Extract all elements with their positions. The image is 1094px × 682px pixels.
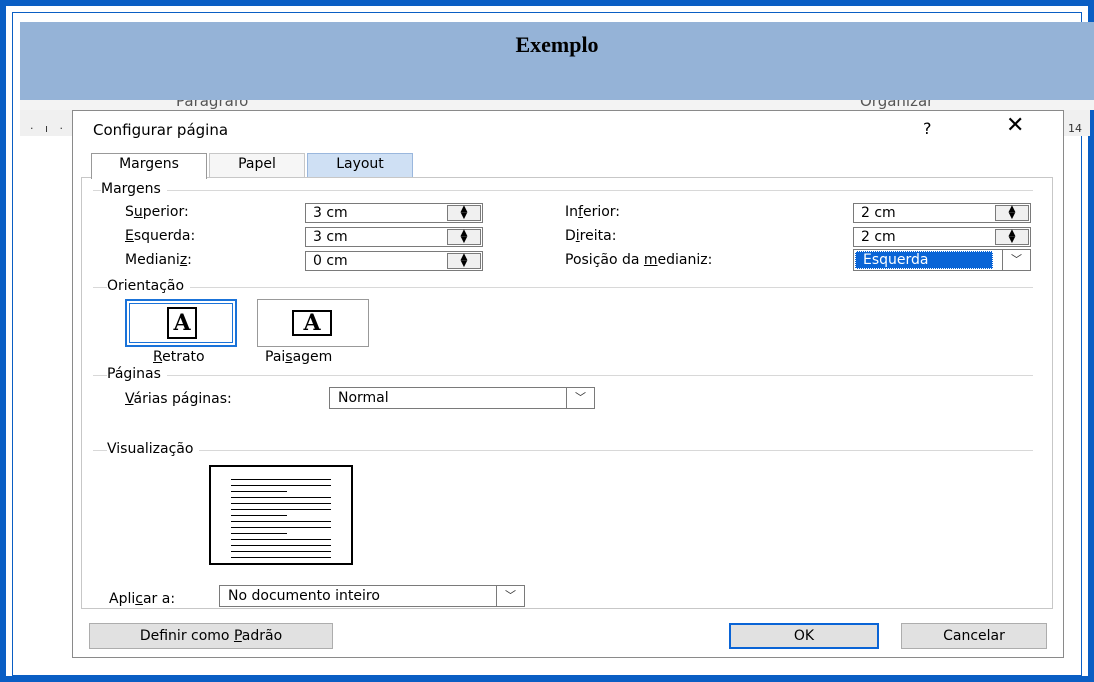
landscape-page-icon: A [292,310,332,336]
esquerda-label: Esquerda: [125,228,196,244]
page-preview [209,465,353,565]
spin-arrows-icon[interactable]: ▲ ▼ [995,229,1029,245]
close-icon[interactable]: ✕ [1006,115,1024,137]
medianiz-spinner[interactable]: 0 cm ▲ ▼ [305,251,483,271]
inferior-value: 2 cm [861,205,896,221]
preview-line [231,509,331,510]
preview-group-line [93,450,1033,451]
portrait-button[interactable]: A [125,299,237,347]
chevron-down-icon[interactable]: ﹀ [1002,250,1030,270]
inferior-spinner[interactable]: 2 cm ▲ ▼ [853,203,1031,223]
posicao-medianiz-label: Posição da medianiz: [565,252,713,268]
header-band: Exemplo [20,22,1094,106]
tab-papel[interactable]: Papel [209,153,305,177]
preview-line [231,497,331,498]
superior-label: Superior: [125,204,189,220]
apply-to-value: No documento inteiro [228,588,380,604]
spin-arrows-icon[interactable]: ▲ ▼ [447,205,481,221]
landscape-label: Paisagem [265,349,333,365]
preview-line [231,515,287,516]
preview-line [231,545,331,546]
esquerda-value: 3 cm [313,229,348,245]
portrait-label: Retrato [153,349,205,365]
chevron-down-icon[interactable]: ﹀ [496,586,524,606]
preview-line [231,527,331,528]
posicao-medianiz-select[interactable]: Esquerda ﹀ [853,249,1031,271]
superior-spinner[interactable]: 3 cm ▲ ▼ [305,203,483,223]
preview-line [231,485,331,486]
ribbon-strip: Parágrafo Organizar [20,100,1094,110]
multiple-pages-value: Normal [338,390,389,406]
dialog-title: Configurar página [93,121,229,139]
medianiz-label: Medianiz: [125,252,192,268]
apply-to-select[interactable]: No documento inteiro ﹀ [219,585,525,607]
ok-button[interactable]: OK [729,623,879,649]
header-title: Exemplo [515,32,599,57]
spin-arrows-icon[interactable]: ▲ ▼ [995,205,1029,221]
tab-margens[interactable]: Margens [91,153,207,179]
apply-to-label: Aplicar a: [109,591,176,607]
esquerda-spinner[interactable]: 3 cm ▲ ▼ [305,227,483,247]
orientation-group-line [93,287,1033,288]
preview-line [231,557,331,558]
multiple-pages-label: Várias páginas: [125,391,232,407]
ribbon-paragraph-label: Parágrafo [176,100,249,110]
tab-layout[interactable]: Layout [307,153,413,177]
medianiz-value: 0 cm [313,253,348,269]
orientation-group-label: Orientação [107,278,191,294]
page-setup-dialog: Configurar página ? ✕ Margens Papel Layo… [72,110,1064,658]
ruler-number: 14 [1068,122,1082,135]
cancel-button[interactable]: Cancelar [901,623,1047,649]
landscape-button[interactable]: A [257,299,369,347]
superior-value: 3 cm [313,205,348,221]
inferior-label: Inferior: [565,204,621,220]
preview-line [231,479,331,480]
preview-group-label: Visualização [107,441,200,457]
posicao-medianiz-value: Esquerda [855,251,993,269]
preview-line [231,539,331,540]
set-default-button[interactable]: Definir como Padrão [89,623,333,649]
ribbon-organize-label: Organizar [860,100,934,110]
direita-spinner[interactable]: 2 cm ▲ ▼ [853,227,1031,247]
direita-value: 2 cm [861,229,896,245]
multiple-pages-select[interactable]: Normal ﹀ [329,387,595,409]
portrait-page-icon: A [167,307,197,339]
preview-line [231,491,287,492]
pages-group-label: Páginas [107,366,167,382]
chevron-down-icon[interactable]: ﹀ [566,388,594,408]
margins-group-label: Margens [101,181,167,197]
pages-group-line [93,375,1033,376]
preview-line [231,503,331,504]
spin-arrows-icon[interactable]: ▲ ▼ [447,253,481,269]
preview-line [231,521,331,522]
margins-group-line [93,190,1033,191]
preview-line [231,551,331,552]
direita-label: Direita: [565,228,617,244]
spin-arrows-icon[interactable]: ▲ ▼ [447,229,481,245]
help-button[interactable]: ? [923,119,932,138]
preview-line [231,533,287,534]
ruler-marks: · ı · [30,122,68,135]
